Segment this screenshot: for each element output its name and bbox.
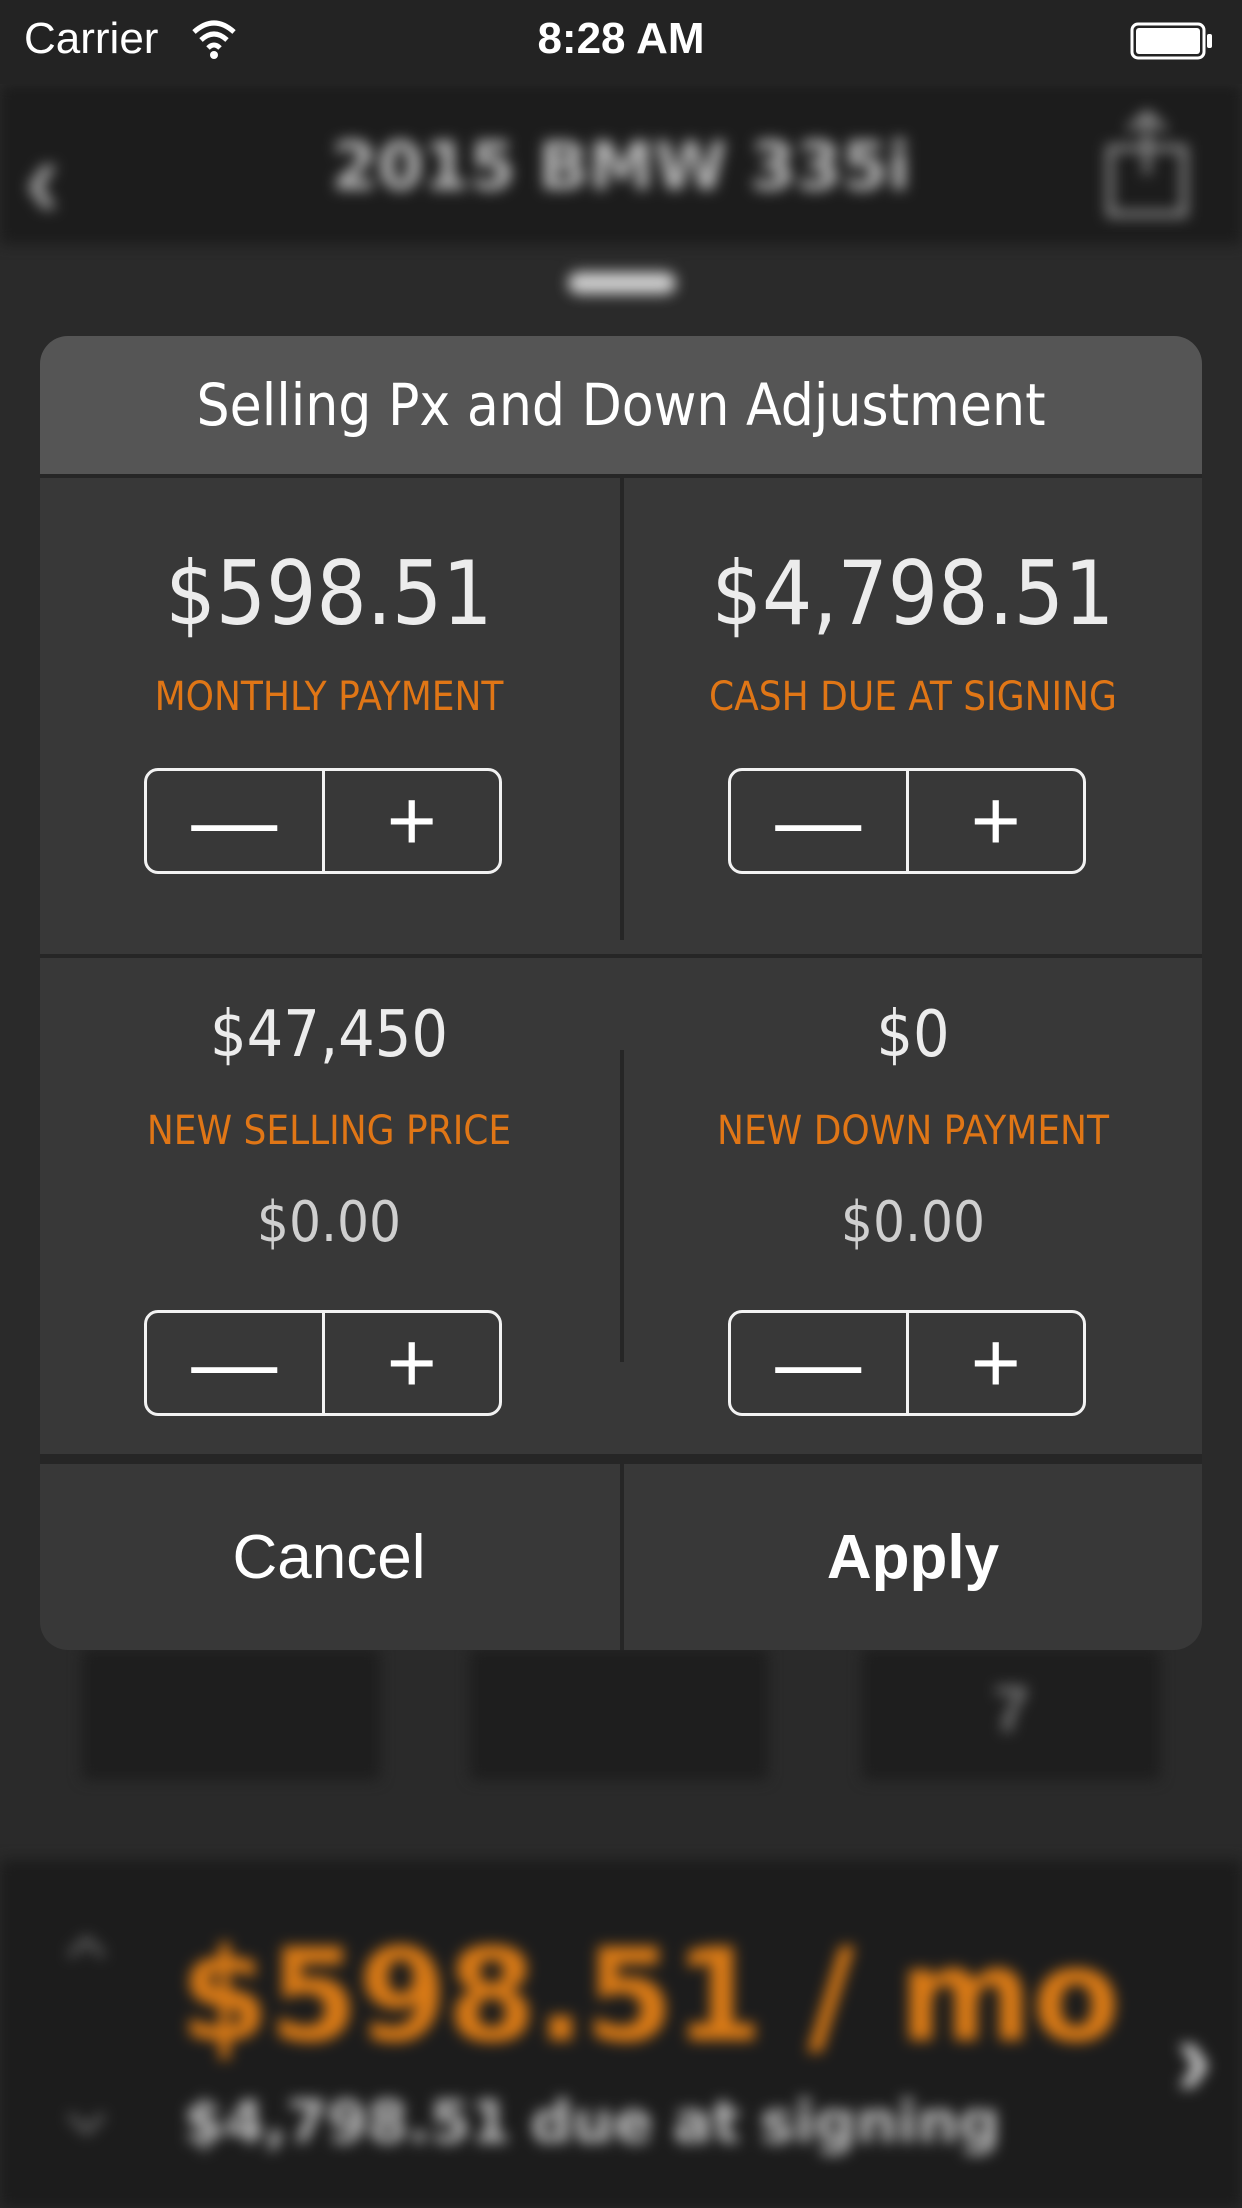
divider [40,1454,1202,1464]
selling-price-cell: $47,450 NEW SELLING PRICE $0.00 — + [40,958,618,1454]
cancel-button[interactable]: Cancel [40,1464,618,1650]
selling-price-stepper: — + [144,1310,502,1416]
cash-due-label: CASH DUE AT SIGNING [709,674,1117,720]
monthly-payment-stepper: — + [144,768,502,874]
adjustment-dialog: Selling Px and Down Adjustment $598.51 M… [40,336,1202,1650]
chevron-down-icon[interactable]: ⌄ [48,2050,125,2157]
battery-icon [1130,22,1212,60]
monthly-payment-label: MONTHLY PAYMENT [154,674,504,720]
selling-price-label: NEW SELLING PRICE [146,1108,512,1154]
cash-due-stepper: — + [728,768,1086,874]
down-payment-decrement-button[interactable]: — [731,1313,906,1413]
share-icon[interactable] [1104,108,1190,218]
cash-due-value: $4,798.51 [711,542,1115,645]
background-tile [470,1648,768,1780]
summary-monthly-payment: $598.51 / mo [180,1922,1121,2071]
down-payment-value: $0 [876,998,950,1072]
apply-button[interactable]: Apply [624,1464,1202,1650]
background-tile-text: 7 [993,1673,1029,1745]
selling-price-value: $47,450 [209,998,449,1072]
payment-summary-bar: ⌃ ⌄ $598.51 / mo $4,798.51 due at signin… [0,1860,1242,2208]
monthly-payment-decrement-button[interactable]: — [147,771,322,871]
status-bar: Carrier 8:28 AM [0,0,1242,84]
selling-price-increment-button[interactable]: + [321,1313,500,1413]
navigation-bar: ‹ 2015 BMW 335i [0,84,1242,244]
down-payment-cell: $0 NEW DOWN PAYMENT $0.00 — + [624,958,1202,1454]
dialog-header: Selling Px and Down Adjustment [40,336,1202,474]
dialog-title: Selling Px and Down Adjustment [196,371,1046,439]
down-payment-adjustment: $0.00 [840,1190,986,1255]
drag-handle [568,272,676,294]
monthly-payment-increment-button[interactable]: + [321,771,500,871]
chevron-up-icon[interactable]: ⌃ [48,1918,125,2025]
chevron-right-icon[interactable]: › [1175,1994,1212,2121]
summary-due-at-signing: $4,798.51 due at signing [184,2088,1001,2156]
down-payment-label: NEW DOWN PAYMENT [717,1108,1109,1154]
background-tile: 7 [862,1648,1160,1780]
cash-due-cell: $4,798.51 CASH DUE AT SIGNING — + [624,478,1202,954]
nav-title: 2015 BMW 335i [331,128,911,205]
cash-due-increment-button[interactable]: + [905,771,1084,871]
down-payment-increment-button[interactable]: + [905,1313,1084,1413]
monthly-payment-value: $598.51 [165,542,493,645]
clock: 8:28 AM [537,14,705,63]
selling-price-adjustment: $0.00 [256,1190,402,1255]
cash-due-decrement-button[interactable]: — [731,771,906,871]
background-tile [82,1648,380,1780]
down-payment-stepper: — + [728,1310,1086,1416]
monthly-payment-cell: $598.51 MONTHLY PAYMENT — + [40,478,618,954]
selling-price-decrement-button[interactable]: — [147,1313,322,1413]
